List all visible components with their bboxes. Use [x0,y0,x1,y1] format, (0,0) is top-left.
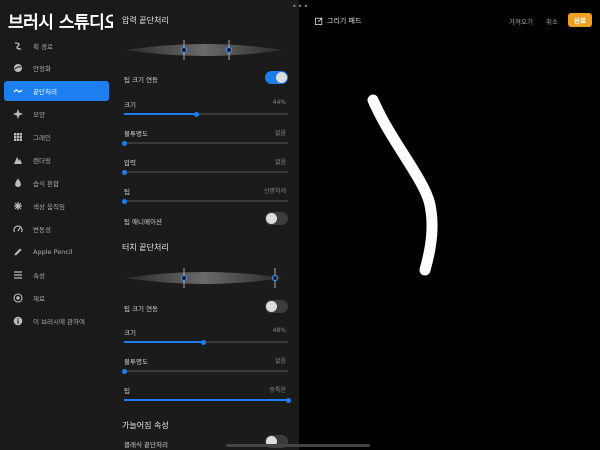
tip-size-link-label: 팁 크기 연동 [124,76,159,84]
opacity-label: 불투명도 [124,130,148,138]
sidebar-item-stroke-path[interactable]: 획 경로 [4,36,109,56]
sidebar-item-shape[interactable]: 모양 [4,104,109,124]
taper-properties-title: 가늘어짐 속성 [122,421,169,430]
pressure-slider[interactable] [122,169,288,175]
touch-size-slider[interactable] [124,339,288,345]
touch-tip-slider[interactable] [124,397,291,403]
grain-icon [10,132,26,142]
sidebar-item-about[interactable]: 이 브러시에 관하여 [4,311,109,331]
touch-tip-size-link-label: 팁 크기 연동 [124,305,159,313]
sidebar-item-color-dynamics[interactable]: 색상 움직임 [4,196,109,216]
tip-size-link-toggle[interactable] [265,71,288,84]
sidebar-item-label: 안정화 [33,65,51,73]
taper-start-knob[interactable] [180,46,188,54]
sidebar-item-label: 그레인 [33,134,51,142]
sidebar-item-label: 이 브러시에 관하여 [33,318,85,326]
sidebar-item-apple-pencil[interactable]: Apple Pencil [4,242,109,262]
size-slider[interactable] [124,111,288,117]
tip-animation-label: 팁 애니메이션 [124,218,162,226]
tip-value: 선명하게 [263,188,286,195]
sidebar-item-rendering[interactable]: 렌더링 [4,150,109,170]
sidebar-item-label: 속성 [33,272,45,280]
size-label: 크기 [124,101,136,109]
touch-opacity-value: 없음 [274,358,286,365]
wet-mix-icon [10,178,26,188]
opacity-value: 없음 [274,130,286,137]
sidebar-item-label: 변동성 [33,226,51,234]
shape-icon [10,109,26,119]
sidebar-item-dynamics[interactable]: 변동성 [4,219,109,239]
sidebar: 브러시 스튜디오 획 경로 안정화 끝단처리 모양 그레인 렌더링 습식 혼합 … [0,0,120,450]
touch-opacity-slider[interactable] [122,368,288,374]
sidebar-item-wet-mix[interactable]: 습식 혼합 [4,173,109,193]
info-icon [10,316,26,326]
touch-tip-value: 뭉툭한 [269,387,286,394]
pressure-taper-title: 압력 끝단처리 [122,16,169,25]
pressure-label: 압력 [124,159,136,167]
touch-taper-title: 터치 끝단처리 [122,243,169,252]
sidebar-item-label: Apple Pencil [33,248,73,256]
sidebar-item-label: 습식 혼합 [33,180,59,188]
taper-settings-panel: 압력 끝단처리 팁 크기 연동 크기 44% 불투명도 없음 압력 없음 팁 선… [113,0,299,450]
opacity-slider[interactable] [122,140,288,146]
pencil-icon [10,247,26,257]
sidebar-item-label: 렌더링 [33,157,51,165]
touch-taper-preview [125,268,283,288]
sidebar-item-stabilization[interactable]: 안정화 [4,58,109,78]
sidebar-item-materials[interactable]: 재료 [4,288,109,308]
sidebar-item-label: 획 경로 [33,43,54,51]
touch-tip-label: 팁 [124,387,130,395]
size-value: 44% [272,99,286,106]
stabilization-icon [10,63,26,73]
taper-end-knob[interactable] [225,46,233,54]
touch-opacity-label: 불투명도 [124,358,148,366]
pressure-taper-preview [125,40,283,60]
home-indicator [226,444,370,447]
touch-size-value: 48% [272,327,286,334]
sidebar-item-label: 모양 [33,111,45,119]
tip-slider[interactable] [122,198,288,204]
materials-icon [10,293,26,303]
tip-label: 팁 [124,188,130,196]
sidebar-item-properties[interactable]: 속성 [4,265,109,285]
sidebar-item-label: 재료 [33,295,45,303]
pressure-value: 없음 [274,159,286,166]
app-title: 브러시 스튜디오 [8,13,120,33]
tip-animation-toggle[interactable] [265,212,288,225]
sidebar-item-taper[interactable]: 끝단처리 [4,81,109,101]
touch-taper-start-knob[interactable] [180,274,188,282]
color-dynamics-icon [10,201,26,211]
touch-tip-size-link-toggle[interactable] [265,300,288,313]
classic-taper-label: 클래식 끝단처리 [124,441,168,449]
taper-icon [10,86,26,96]
brush-stroke-preview[interactable] [300,0,600,450]
rendering-icon [10,155,26,165]
properties-icon [10,270,26,280]
sidebar-item-label: 끝단처리 [33,88,57,96]
dynamics-icon [10,224,26,234]
sidebar-item-grain[interactable]: 그레인 [4,127,109,147]
stroke-path-icon [10,41,26,51]
touch-taper-end-knob[interactable] [271,274,279,282]
touch-size-label: 크기 [124,329,136,337]
sidebar-item-label: 색상 움직임 [33,203,65,211]
